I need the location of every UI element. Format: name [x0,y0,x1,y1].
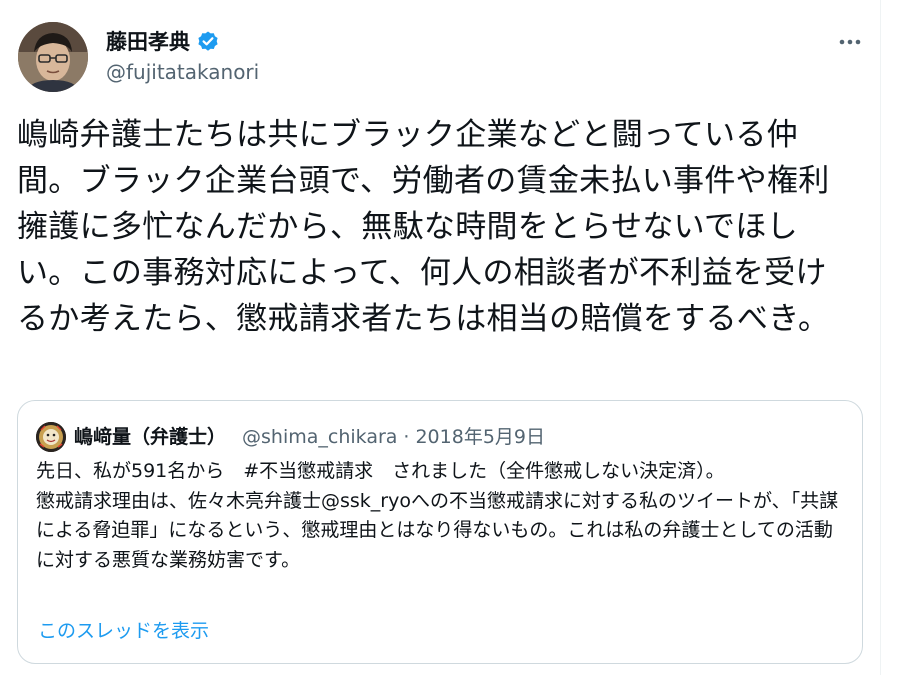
author-handle[interactable]: @fujitatakanori [106,58,259,86]
more-options-button[interactable] [830,26,870,58]
tweet-text: 嶋崎弁護士たちは共にブラック企業などと闘っている仲間。ブラック企業台頭で、労働者… [17,117,830,337]
show-thread-link[interactable]: このスレッドを表示 [38,617,209,645]
author-avatar[interactable] [18,22,88,92]
quoted-tweet-header: 嶋﨑量（弁護士） @shima_chikara · 2018年5月9日 [36,421,545,453]
quoted-tweet-date: 2018年5月9日 [415,426,545,448]
quoted-author-handle: @shima_chikara [242,426,398,448]
quoted-author-meta: @shima_chikara · 2018年5月9日 [242,423,545,451]
verified-badge-icon [196,30,220,54]
author-name-row: 藤田孝典 [106,28,220,56]
tweet: 藤田孝典 @fujitatakanori 嶋崎弁護士たちは共にブラック企業などと… [0,0,880,675]
author-name[interactable]: 藤田孝典 [106,28,190,56]
quoted-author-avatar [36,422,66,452]
quoted-author-name: 嶋﨑量（弁護士） [74,426,227,448]
quoted-tweet-text: 先日、私が591名から #不当懲戒請求 されました（全件懲戒しない決定済）。 懲… [36,460,839,571]
quoted-tweet-card[interactable]: 嶋﨑量（弁護士） @shima_chikara · 2018年5月9日 先日、私が5… [17,400,863,664]
ellipsis-icon [839,39,861,45]
meta-separator: · [403,426,410,448]
column-divider [880,0,881,675]
